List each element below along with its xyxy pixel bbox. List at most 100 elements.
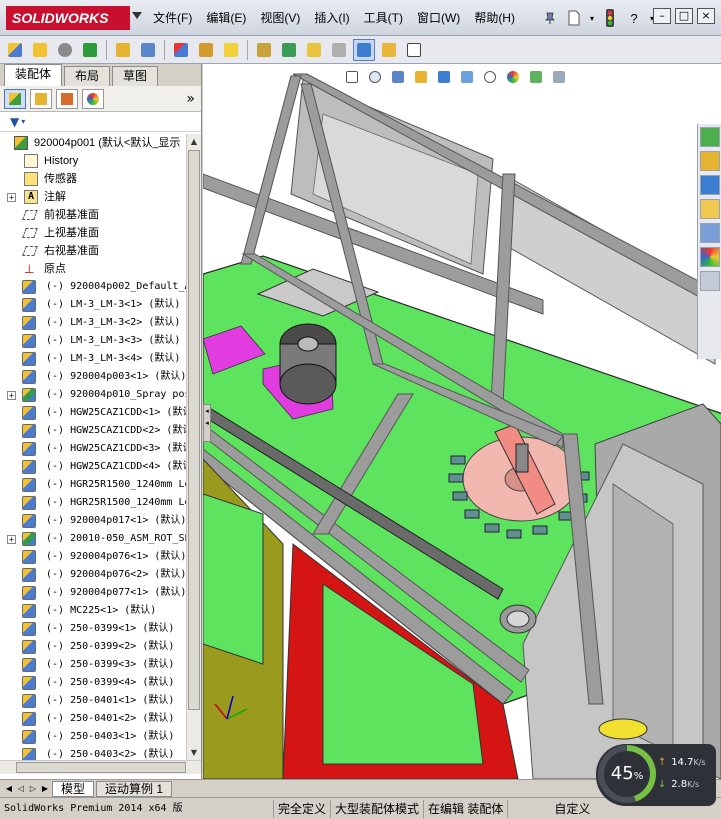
large-assembly-mode-icon[interactable] <box>353 38 375 61</box>
tree-item[interactable]: (-) 250-0399<1> (默认) <box>0 620 186 638</box>
tree-vertical-scrollbar[interactable]: ▲ ▼ <box>186 134 201 760</box>
tree-item[interactable]: 上视基准面 <box>0 224 186 242</box>
view-settings-icon[interactable] <box>550 68 568 86</box>
mate-icon[interactable] <box>54 39 76 61</box>
tree-item[interactable]: (-) 250-0399<3> (默认) <box>0 656 186 674</box>
tree-filter[interactable]: ▼ ▾ <box>0 112 201 132</box>
exploded-view-icon[interactable] <box>278 39 300 61</box>
prev-tab-icon[interactable]: ◁ <box>16 783 26 795</box>
previous-view-icon[interactable] <box>389 68 407 86</box>
tab-model[interactable]: 模型 <box>52 780 95 797</box>
hide-show-icon[interactable] <box>137 39 159 61</box>
tree-horizontal-scrollbar[interactable] <box>0 760 201 774</box>
file-explorer-icon[interactable] <box>700 199 720 219</box>
restore-icon[interactable]: □ <box>675 8 693 24</box>
appearances-icon[interactable] <box>700 247 720 267</box>
assembly-features-icon[interactable] <box>170 39 192 61</box>
menu-edit[interactable]: 编辑(E) <box>199 10 253 26</box>
menu-view[interactable]: 视图(V) <box>253 10 307 26</box>
expand-toggle-icon[interactable]: + <box>7 391 16 400</box>
tree-item[interactable]: (-) 920004p003<1> (默认) <box>0 368 186 386</box>
section-view-icon[interactable] <box>412 68 430 86</box>
tree-item[interactable]: (-) LM-3_LM-3<1> (默认) <box>0 296 186 314</box>
tree-item[interactable]: + A 注解 <box>0 188 186 206</box>
menu-file[interactable]: 文件(F) <box>146 10 199 26</box>
take-snapshot-icon[interactable] <box>403 39 425 61</box>
scroll-down-icon[interactable]: ▼ <box>187 745 201 760</box>
reference-geometry-icon[interactable] <box>195 39 217 61</box>
move-component-icon[interactable] <box>112 39 134 61</box>
new-document-icon[interactable] <box>564 8 584 28</box>
menu-window[interactable]: 窗口(W) <box>410 10 467 26</box>
help-icon[interactable]: ? <box>624 8 644 28</box>
expand-toggle-icon[interactable]: + <box>7 193 16 202</box>
linear-pattern-icon[interactable] <box>79 39 101 61</box>
tree-item[interactable]: (-) 250-0401<2> (默认) <box>0 710 186 728</box>
insert-component-icon[interactable] <box>4 39 26 61</box>
collapse-panel-icon[interactable]: ◂ ◂ <box>203 404 211 442</box>
expand-panel-icon[interactable]: » <box>186 91 195 107</box>
tree-item[interactable]: (-) HGW25CAZ1CDD<2> (默认 <box>0 422 186 440</box>
feature-manager-icon[interactable] <box>4 88 26 109</box>
menu-tools[interactable]: 工具(T) <box>357 10 410 26</box>
tree-item[interactable]: (-) LM-3_LM-3<3> (默认) <box>0 332 186 350</box>
tree-item[interactable]: (-) LM-3_LM-3<2> (默认) <box>0 314 186 332</box>
next-tab-icon[interactable]: ▷ <box>28 783 38 795</box>
tree-item[interactable]: (-) 250-0399<2> (默认) <box>0 638 186 656</box>
zoom-to-fit-icon[interactable] <box>343 68 361 86</box>
tab-motion-study[interactable]: 运动算例 1 <box>96 780 173 797</box>
tree-item[interactable]: (-) 250-0403<1> (默认) <box>0 728 186 746</box>
tree-item[interactable]: (-) MC225<1> (默认) <box>0 602 186 620</box>
solidworks-resources-icon[interactable] <box>700 127 720 147</box>
tree-item[interactable]: (-) HGW25CAZ1CDD<4> (默认 <box>0 458 186 476</box>
network-monitor-widget[interactable]: 45% ↑ 14.7K/s ↓ 2.8K/s <box>596 744 716 806</box>
tree-item[interactable]: (-) 920004p076<2> (默认) <box>0 566 186 584</box>
tab-assembly[interactable]: 装配体 <box>4 64 63 86</box>
bill-of-materials-icon[interactable] <box>253 39 275 61</box>
zoom-to-area-icon[interactable] <box>366 68 384 86</box>
tree-item[interactable]: (-) LM-3_LM-3<4> (默认) <box>0 350 186 368</box>
minimize-icon[interactable]: – <box>653 8 671 24</box>
display-manager-icon[interactable] <box>82 88 104 109</box>
first-tab-icon[interactable]: ◀ <box>4 783 14 795</box>
speedpak-icon[interactable] <box>378 39 400 61</box>
expand-toggle-icon[interactable]: + <box>7 535 16 544</box>
design-library-icon[interactable] <box>700 175 720 195</box>
configuration-manager-icon[interactable] <box>56 88 78 109</box>
last-tab-icon[interactable]: ▶ <box>40 783 50 795</box>
tree-item[interactable]: (-) 920004p077<1> (默认) <box>0 584 186 602</box>
status-units[interactable]: 自定义 <box>508 800 594 818</box>
chevron-down-icon[interactable]: ▾ <box>21 117 25 126</box>
tree-item[interactable]: 右视基准面 <box>0 242 186 260</box>
menu-insert[interactable]: 插入(I) <box>307 10 356 26</box>
tree-item[interactable]: 前视基准面 <box>0 206 186 224</box>
custom-properties-icon[interactable] <box>700 271 720 291</box>
scroll-up-icon[interactable]: ▲ <box>187 134 201 149</box>
tree-item[interactable]: History <box>0 152 186 170</box>
tree-item[interactable]: (-) 250-0403<2> (默认) <box>0 746 186 760</box>
assembly-model[interactable] <box>203 64 721 779</box>
new-motion-study-icon[interactable] <box>220 39 242 61</box>
tree-item[interactable]: (-) 250-0401<1> (默认) <box>0 692 186 710</box>
solidworks-logo[interactable]: SOLIDWORKS <box>6 6 130 30</box>
menu-help[interactable]: 帮助(H) <box>467 10 522 26</box>
traffic-light-icon[interactable] <box>600 8 620 28</box>
edit-appearance-icon[interactable] <box>504 68 522 86</box>
tree-item[interactable]: (-) HGR25R1500_1240mm Le <box>0 494 186 512</box>
interference-detection-icon[interactable] <box>303 39 325 61</box>
pin-icon[interactable] <box>540 8 560 28</box>
tree-item[interactable]: ⊥ 原点 <box>0 260 186 278</box>
tree-item[interactable]: 传感器 <box>0 170 186 188</box>
display-style-icon[interactable] <box>458 68 476 86</box>
scroll-thumb[interactable] <box>16 762 186 773</box>
home-icon[interactable] <box>700 151 720 171</box>
tree-item[interactable]: (-) HGW25CAZ1CDD<1> (默认 <box>0 404 186 422</box>
tree-item[interactable]: (-) 920004p017<1> (默认) <box>0 512 186 530</box>
clearance-verification-icon[interactable] <box>328 39 350 61</box>
scroll-thumb[interactable] <box>188 150 200 710</box>
tree-item[interactable]: (-) 920004p002_Default_A <box>0 278 186 296</box>
apply-scene-icon[interactable] <box>527 68 545 86</box>
tab-sketch[interactable]: 草图 <box>112 66 159 86</box>
tree-item[interactable]: + (-) 920004p010_Spray pos <box>0 386 186 404</box>
new-part-icon[interactable] <box>29 39 51 61</box>
